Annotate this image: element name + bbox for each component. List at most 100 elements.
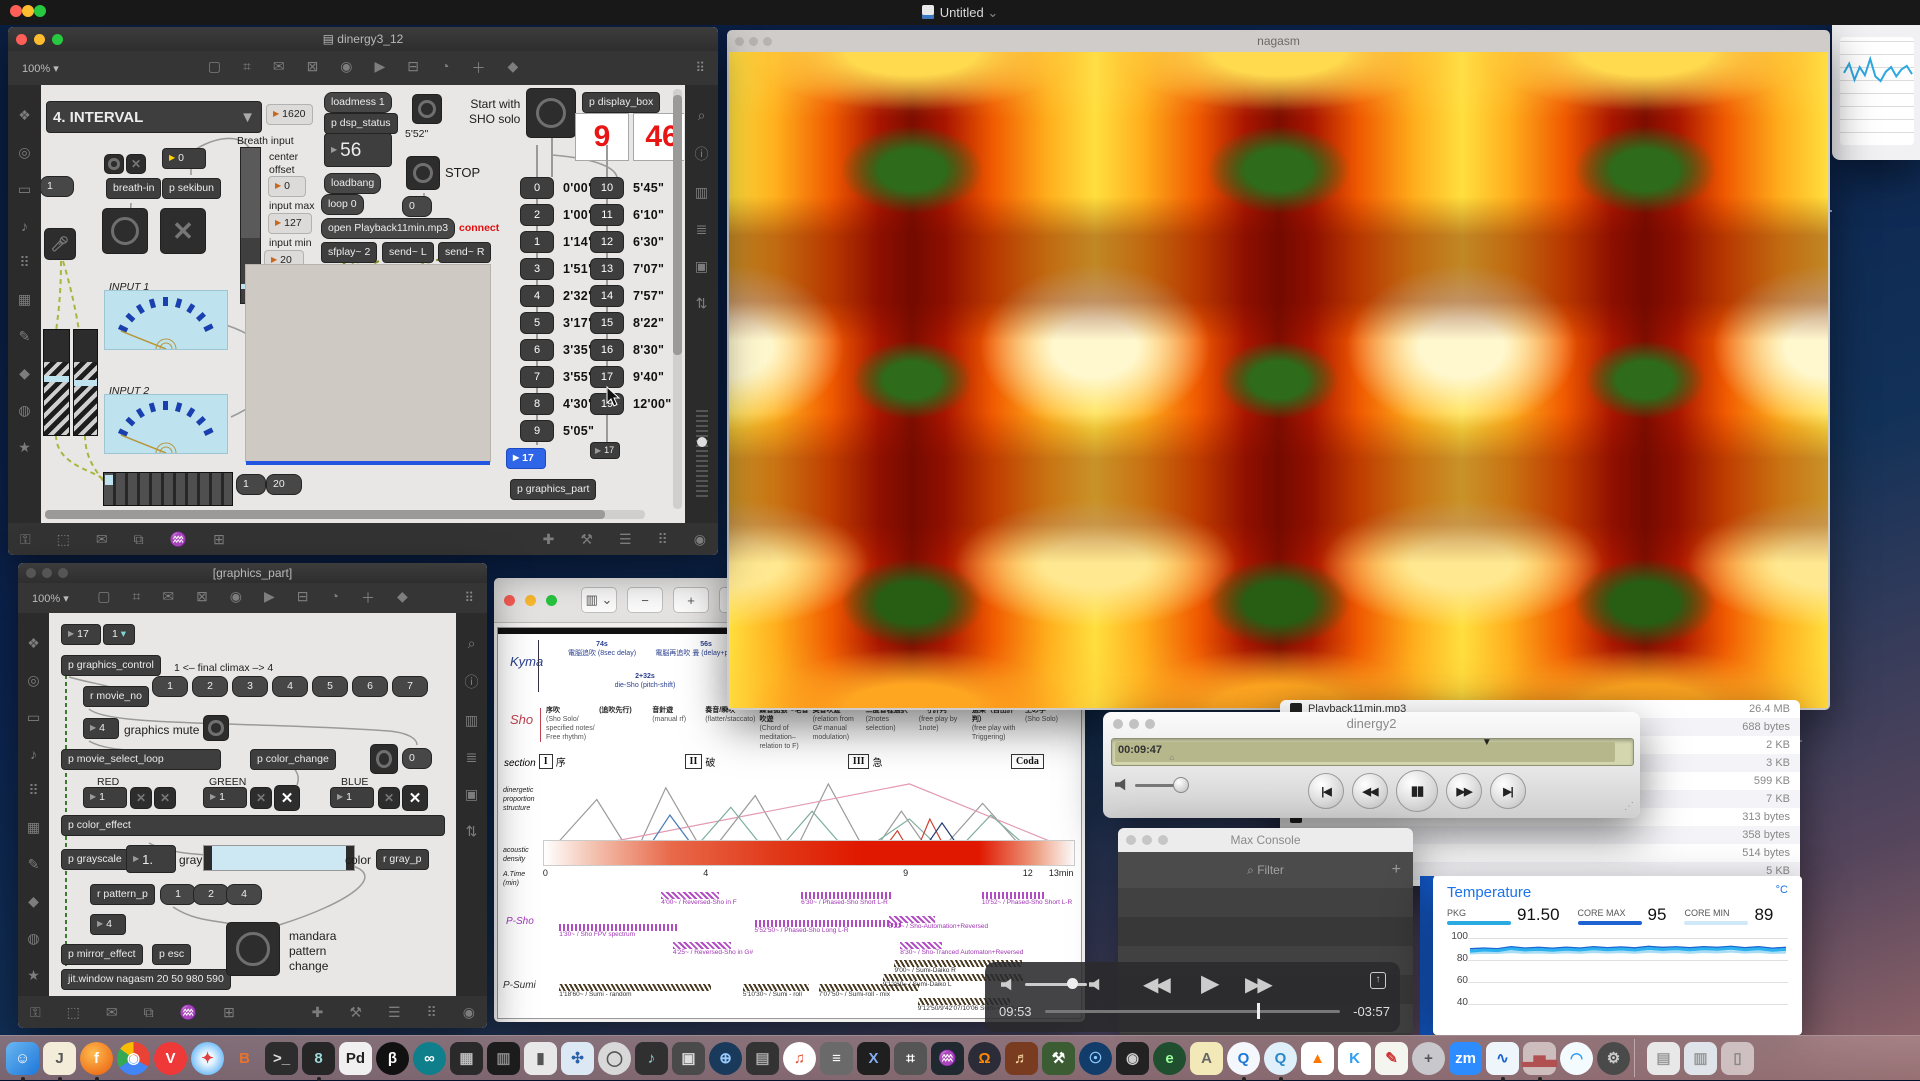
movie-select-loop-subpatch[interactable]: p movie_select_loop	[62, 750, 220, 769]
beta3-app[interactable]: β	[376, 1042, 409, 1075]
timing-row[interactable]: 11'14"	[521, 231, 594, 252]
mixer-icon[interactable]: ⇅	[466, 823, 478, 840]
notes-app[interactable]: J	[43, 1042, 76, 1075]
big-toggle[interactable]	[103, 209, 147, 253]
display-box-subpatch[interactable]: p display_box	[583, 93, 659, 112]
timing-row[interactable]: 168'30"	[591, 339, 672, 360]
message-icon[interactable]: ⌗	[243, 58, 251, 78]
timing-row[interactable]: 42'32"	[521, 285, 594, 306]
green-stepper[interactable]: 1	[204, 788, 246, 807]
lock-icon[interactable]: ⚿	[20, 531, 31, 548]
go-to-start-button[interactable]: |◀	[1308, 773, 1344, 809]
breath-in-object[interactable]: breath-in	[107, 179, 160, 198]
extensions-icon[interactable]: ⠿	[464, 590, 475, 606]
start-button[interactable]	[527, 89, 575, 137]
plugin-icon[interactable]: ◆	[28, 893, 39, 910]
comment2-icon[interactable]: ✉	[96, 531, 108, 548]
finder[interactable]: ☺	[6, 1042, 39, 1075]
matrix-icon[interactable]: ⠿	[28, 782, 38, 799]
movie-select-button[interactable]: 5	[313, 677, 347, 696]
search-icon[interactable]: ⌕	[698, 107, 706, 124]
stop-button[interactable]	[407, 157, 439, 189]
v-scrollbar[interactable]	[673, 89, 682, 509]
vizzie-icon[interactable]: ◍	[18, 402, 30, 419]
movie-select-button[interactable]: 1	[153, 677, 187, 696]
blue-x-big[interactable]: ✕	[403, 786, 427, 810]
loadbang-box[interactable]: loadbang	[325, 174, 380, 193]
timing-row[interactable]: 158'22"	[591, 312, 672, 333]
patch-icon[interactable]: ✚	[543, 531, 555, 548]
power-icon[interactable]: ◉	[463, 1004, 475, 1021]
loadmess-box[interactable]: loadmess 1	[325, 93, 391, 112]
pattern-number[interactable]: 4	[91, 915, 125, 934]
small-x-button[interactable]: ✕	[127, 155, 145, 173]
zoom-button[interactable]	[546, 595, 557, 606]
capture-app[interactable]: ◉	[1116, 1042, 1149, 1075]
big-x-button[interactable]: ✕	[161, 209, 205, 253]
jit-window-object[interactable]: jit.window nagasm 20 50 980 590	[62, 970, 230, 989]
toggle-icon[interactable]: ◉	[340, 58, 352, 78]
audio-icon[interactable]: ◎	[27, 672, 39, 689]
layers-icon[interactable]: ⧉	[134, 531, 144, 548]
keynote[interactable]: K	[1338, 1042, 1371, 1075]
trash[interactable]: ▯	[1721, 1042, 1754, 1075]
timing-row[interactable]: 84'30"	[521, 393, 594, 414]
spectrogram-app[interactable]: ▂▅▃	[1523, 1042, 1556, 1075]
selected-index-box[interactable]: 17	[507, 449, 545, 468]
minimize-button[interactable]	[525, 595, 536, 606]
signal-icon[interactable]: ♒	[170, 531, 187, 548]
esc-subpatch[interactable]: p esc	[153, 945, 190, 964]
timing-row[interactable]: 179'40"	[591, 366, 672, 387]
sfplay-object[interactable]: sfplay~ 2	[322, 243, 376, 262]
timing-row[interactable]: 21'00"	[521, 204, 594, 225]
delete-icon[interactable]: ⊠	[307, 58, 319, 78]
play-icon[interactable]: ▶	[375, 58, 386, 78]
cube-app[interactable]: ▦	[450, 1042, 483, 1075]
select-icon[interactable]: ⬚	[67, 1004, 80, 1021]
plugin-icon[interactable]: ◆	[19, 365, 30, 382]
movie-select-button[interactable]: 7	[393, 677, 427, 696]
panel-icon[interactable]: ▭	[18, 181, 31, 198]
tools-icon[interactable]: ⚒	[580, 531, 593, 548]
timing-row[interactable]: 147'57"	[591, 285, 672, 306]
signal-icon[interactable]: ♒	[180, 1004, 197, 1021]
columns-icon[interactable]: ▥	[695, 184, 708, 201]
x-app[interactable]: X	[857, 1042, 890, 1075]
share-icon[interactable]: ↑	[1370, 972, 1386, 989]
list-icon[interactable]: ≣	[696, 221, 708, 238]
close-button[interactable]	[504, 595, 515, 606]
pattern-1-button[interactable]: 1	[161, 885, 195, 904]
disk-utility[interactable]: +	[1412, 1042, 1445, 1075]
airport-app[interactable]: ◠	[1560, 1042, 1593, 1075]
dial-icon[interactable]: ◔	[331, 588, 339, 608]
intel-power-gadget[interactable]: ∿	[1486, 1042, 1519, 1075]
rewind-button[interactable]: ◀◀	[1352, 773, 1388, 809]
quicktime[interactable]: Q	[1227, 1042, 1260, 1075]
midi-icon[interactable]: ♪	[21, 218, 28, 234]
movie-no-receive[interactable]: r movie_no	[84, 687, 148, 706]
extensions-icon[interactable]: ⠿	[695, 60, 706, 76]
matrix-col-box[interactable]: 20	[267, 475, 301, 494]
pure-data[interactable]: Pd	[339, 1042, 372, 1075]
zero-message[interactable]: 0	[403, 197, 431, 216]
open-message[interactable]: open Playback11min.mp3	[322, 219, 454, 238]
graphics-control-subpatch[interactable]: p graphics_control	[62, 656, 160, 675]
audio-icon[interactable]: ◎	[18, 144, 30, 161]
timing-row[interactable]: 00'00"	[521, 177, 594, 198]
rewind-button[interactable]: ◀◀	[1143, 972, 1168, 997]
freeze-icon[interactable]: ◆	[508, 58, 519, 78]
color-change-subpatch[interactable]: p color_change	[251, 750, 335, 769]
qt-playhead[interactable]: ▼	[1482, 737, 1492, 748]
section-dropdown[interactable]: 4. INTERVAL▼	[47, 102, 261, 132]
qlab[interactable]: ◯	[598, 1042, 631, 1075]
mandara-button[interactable]	[227, 923, 279, 975]
green-x-1[interactable]: ✕	[251, 788, 271, 808]
dial-icon[interactable]: ◔	[441, 58, 449, 78]
timing-row[interactable]: 116'10"	[591, 204, 672, 225]
audacity[interactable]: Ω	[968, 1042, 1001, 1075]
zoom-in-button[interactable]: +	[673, 587, 709, 613]
pattern-2-button[interactable]: 2	[194, 885, 228, 904]
one-message[interactable]: 1	[41, 177, 73, 196]
minimize-button[interactable]	[1129, 719, 1139, 729]
timing-row[interactable]: 126'30"	[591, 231, 672, 252]
